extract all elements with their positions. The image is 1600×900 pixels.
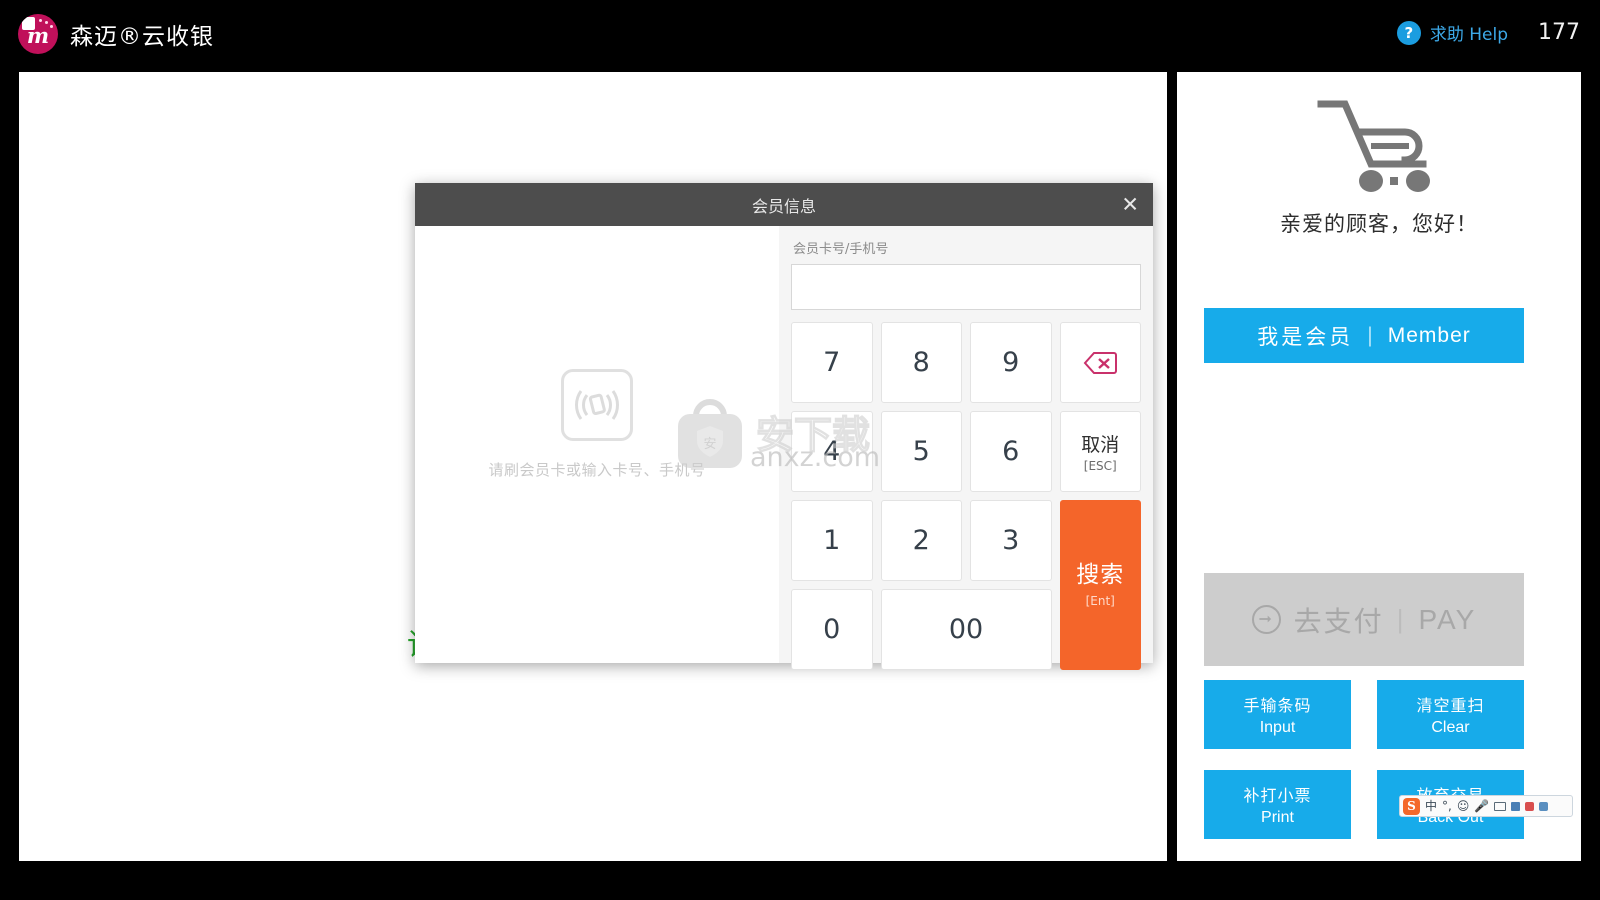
numeric-keypad: 7 8 9 4 5 6 取消 [ESC] 1 2 3 搜索 [Ent] 0 00 [791,322,1141,670]
greeting-text: 亲爱的顾客，您好！ [1280,212,1478,236]
sogou-logo-icon[interactable]: S [1403,797,1420,815]
brand-name: 森迈®云收银 [70,24,214,50]
reprint-receipt-en: Print [1261,809,1294,826]
member-info-dialog: 会员信息 ✕ 请刷会员卡或输入卡号、手机号 会员卡号/手机号 7 8 9 4 5… [415,183,1153,670]
member-button-en: Member [1387,323,1471,347]
member-button-separator: | [1367,323,1374,347]
input-barcode-en: Input [1259,719,1296,736]
dialog-body: 请刷会员卡或输入卡号、手机号 会员卡号/手机号 7 8 9 4 5 6 取消 [… [415,226,1153,670]
ime-punctuation-toggle[interactable]: °, [1442,800,1452,812]
member-button-zh: 我是会员 [1257,325,1354,349]
help-button[interactable]: ? 求助 Help [1396,20,1508,45]
cancel-key-shortcut: [ESC] [1083,459,1117,473]
clear-rescan-button[interactable]: 清空重扫 Clear [1377,680,1524,749]
microphone-icon[interactable]: 🎤 [1474,800,1489,812]
toolbox-icon[interactable] [1525,801,1535,811]
search-key-shortcut: [Ent] [1085,593,1115,608]
smiley-icon[interactable]: ☺ [1457,800,1470,812]
key-5[interactable]: 5 [880,411,962,492]
key-7[interactable]: 7 [791,322,873,403]
key-0[interactable]: 0 [791,589,873,670]
user-icon[interactable] [1511,801,1521,811]
shopping-cart-icon [1317,100,1430,192]
input-barcode-zh: 手输条码 [1243,698,1312,715]
keyboard-icon[interactable] [1494,801,1507,811]
dialog-title: 会员信息 [751,196,816,216]
card-swipe-area: 请刷会员卡或输入卡号、手机号 [415,226,779,663]
key-4[interactable]: 4 [791,411,873,492]
top-bar: m 森迈®云收银 ? 求助 Help 177 [0,0,1600,68]
sogou-ime-toolbar[interactable]: S 中 °, ☺ 🎤 [1399,795,1573,817]
dialog-header: 会员信息 ✕ [415,183,1153,226]
backspace-delete-icon[interactable] [1059,322,1141,403]
session-counter: 177 [1538,20,1580,45]
arrow-right-circle-icon: ➞ [1251,605,1281,634]
reprint-receipt-button[interactable]: 补打小票 Print [1204,770,1351,839]
pay-button[interactable]: ➞ 去支付 | PAY [1204,573,1524,666]
brand: m 森迈®云收银 [18,14,214,54]
member-button[interactable]: 我是会员 | Member [1204,308,1524,363]
key-1[interactable]: 1 [791,500,873,581]
keypad-area: 会员卡号/手机号 7 8 9 4 5 6 取消 [ESC] 1 2 3 搜索 [… [779,226,1153,670]
clear-rescan-en: Clear [1431,719,1470,736]
sidebar-panel: 亲爱的顾客，您好！ 我是会员 | Member ➞ 去支付 | PAY 手输条码… [1177,72,1581,861]
search-key[interactable]: 搜索 [Ent] [1059,500,1141,670]
question-mark-icon: ? [1396,20,1421,45]
key-3[interactable]: 3 [970,500,1052,581]
key-9[interactable]: 9 [970,322,1052,403]
ime-mode-label[interactable]: 中 [1425,800,1437,812]
close-icon[interactable]: ✕ [1121,194,1139,215]
clear-rescan-zh: 清空重扫 [1416,698,1485,715]
cart-header: 亲爱的顾客，您好！ [1177,94,1581,238]
member-field-label: 会员卡号/手机号 [793,242,889,257]
search-key-label: 搜索 [1076,562,1125,589]
cancel-key-label: 取消 [1081,434,1120,456]
input-barcode-button[interactable]: 手输条码 Input [1204,680,1351,749]
key-2[interactable]: 2 [880,500,962,581]
member-card-input[interactable] [791,264,1141,310]
grid-icon[interactable] [1539,801,1549,811]
key-6[interactable]: 6 [970,411,1052,492]
pay-button-en: PAY [1418,603,1477,635]
brand-logo-icon: m [18,14,58,54]
contactless-card-icon [561,369,633,441]
reprint-receipt-zh: 补打小票 [1243,788,1312,805]
card-swipe-hint: 请刷会员卡或输入卡号、手机号 [488,461,706,479]
pay-button-separator: | [1396,604,1406,634]
top-bar-right: ? 求助 Help 177 [1396,20,1580,45]
key-8[interactable]: 8 [880,322,962,403]
key-00[interactable]: 00 [880,589,1052,670]
pay-button-zh: 去支付 [1293,605,1384,637]
pos-screen: m 森迈®云收银 ? 求助 Help 177 请 [0,0,1600,900]
quick-action-grid: 手输条码 Input 清空重扫 Clear 补打小票 Print 放弃交易 Ba… [1204,680,1524,860]
cancel-key[interactable]: 取消 [ESC] [1059,411,1141,492]
help-label: 求助 Help [1429,25,1508,45]
